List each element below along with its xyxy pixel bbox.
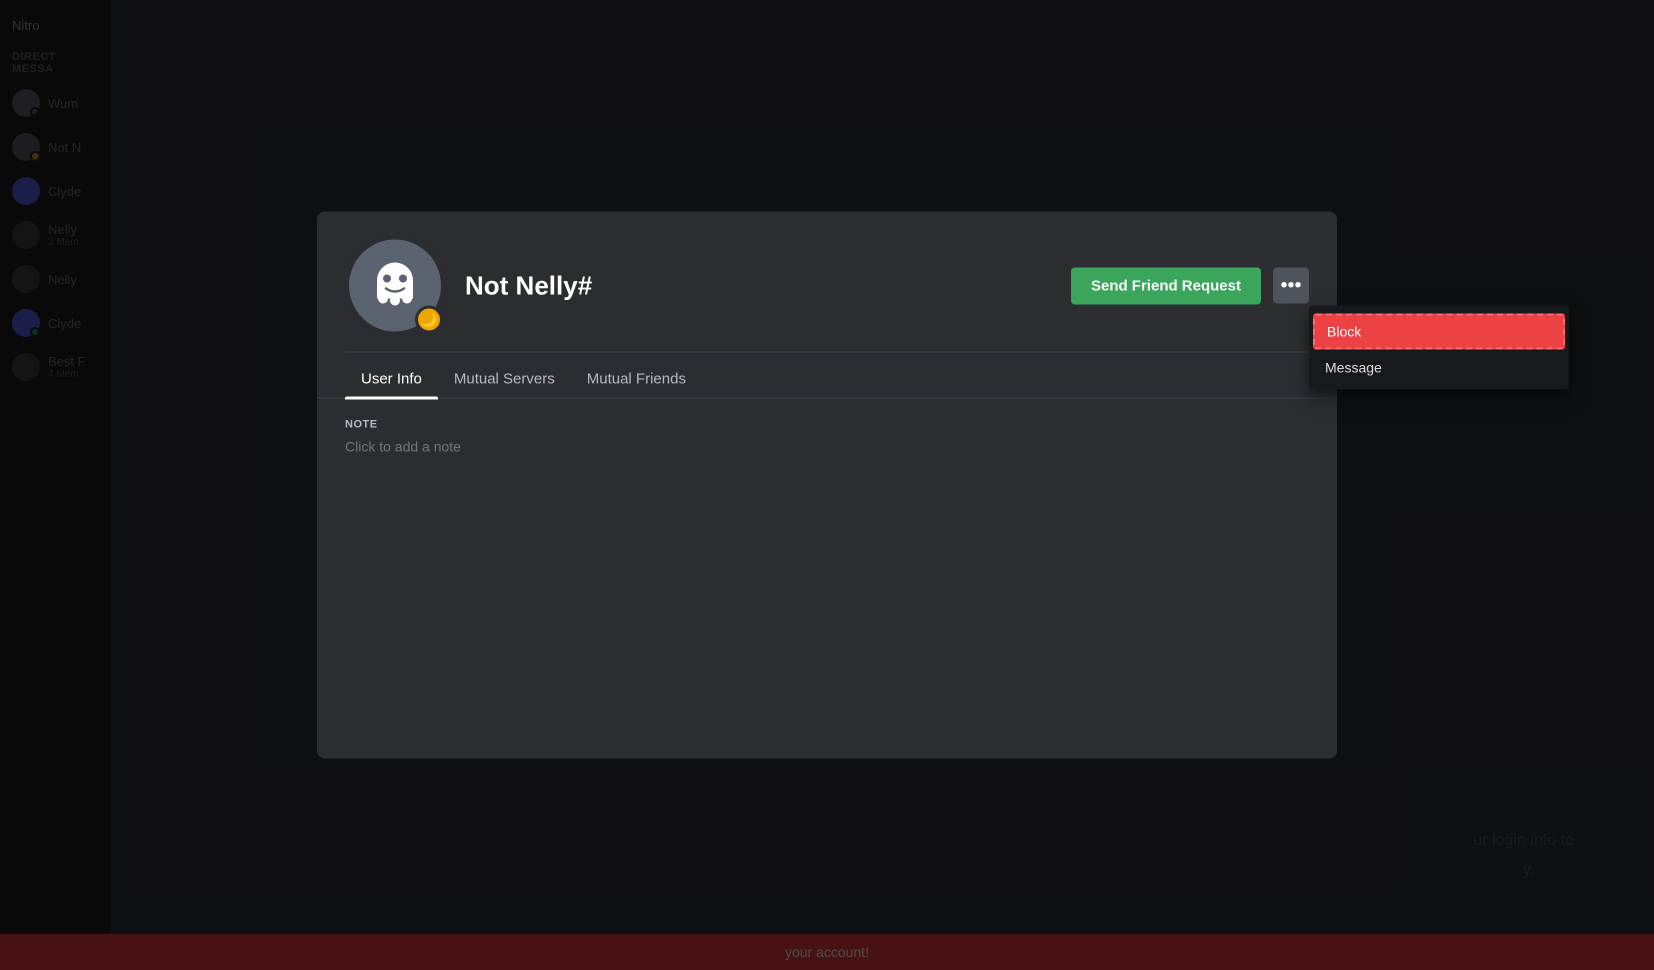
username-text: Not Nelly xyxy=(465,270,578,300)
dropdown-menu: Block Message xyxy=(1309,306,1569,390)
discriminator-text: # xyxy=(578,270,592,300)
block-menu-item[interactable]: Block xyxy=(1313,314,1565,350)
tab-mutual-servers[interactable]: Mutual Servers xyxy=(438,361,571,398)
header-divider xyxy=(345,352,1309,353)
profile-modal: 🌙 Not Nelly# Send Friend Request ••• Blo… xyxy=(317,212,1337,759)
avatar-container: 🌙 xyxy=(345,236,445,336)
user-display-name: Not Nelly# xyxy=(465,270,1051,301)
note-input[interactable] xyxy=(345,439,1309,455)
modal-content: NOTE xyxy=(317,399,1337,759)
avatar-moon-badge: 🌙 xyxy=(415,306,443,334)
more-options-button[interactable]: ••• xyxy=(1273,268,1309,304)
header-actions: Send Friend Request ••• Block Message xyxy=(1071,267,1309,304)
note-label: NOTE xyxy=(345,419,1309,431)
user-name-area: Not Nelly# xyxy=(465,270,1051,301)
message-menu-item[interactable]: Message xyxy=(1309,352,1569,384)
modal-header: 🌙 Not Nelly# Send Friend Request ••• Blo… xyxy=(317,212,1337,336)
more-options-container: ••• Block Message xyxy=(1273,268,1309,304)
profile-tabs: User Info Mutual Servers Mutual Friends xyxy=(317,361,1337,398)
tab-user-info[interactable]: User Info xyxy=(345,361,438,398)
more-dots-icon: ••• xyxy=(1280,274,1301,297)
tab-mutual-friends[interactable]: Mutual Friends xyxy=(571,361,702,398)
send-friend-request-button[interactable]: Send Friend Request xyxy=(1071,267,1261,304)
